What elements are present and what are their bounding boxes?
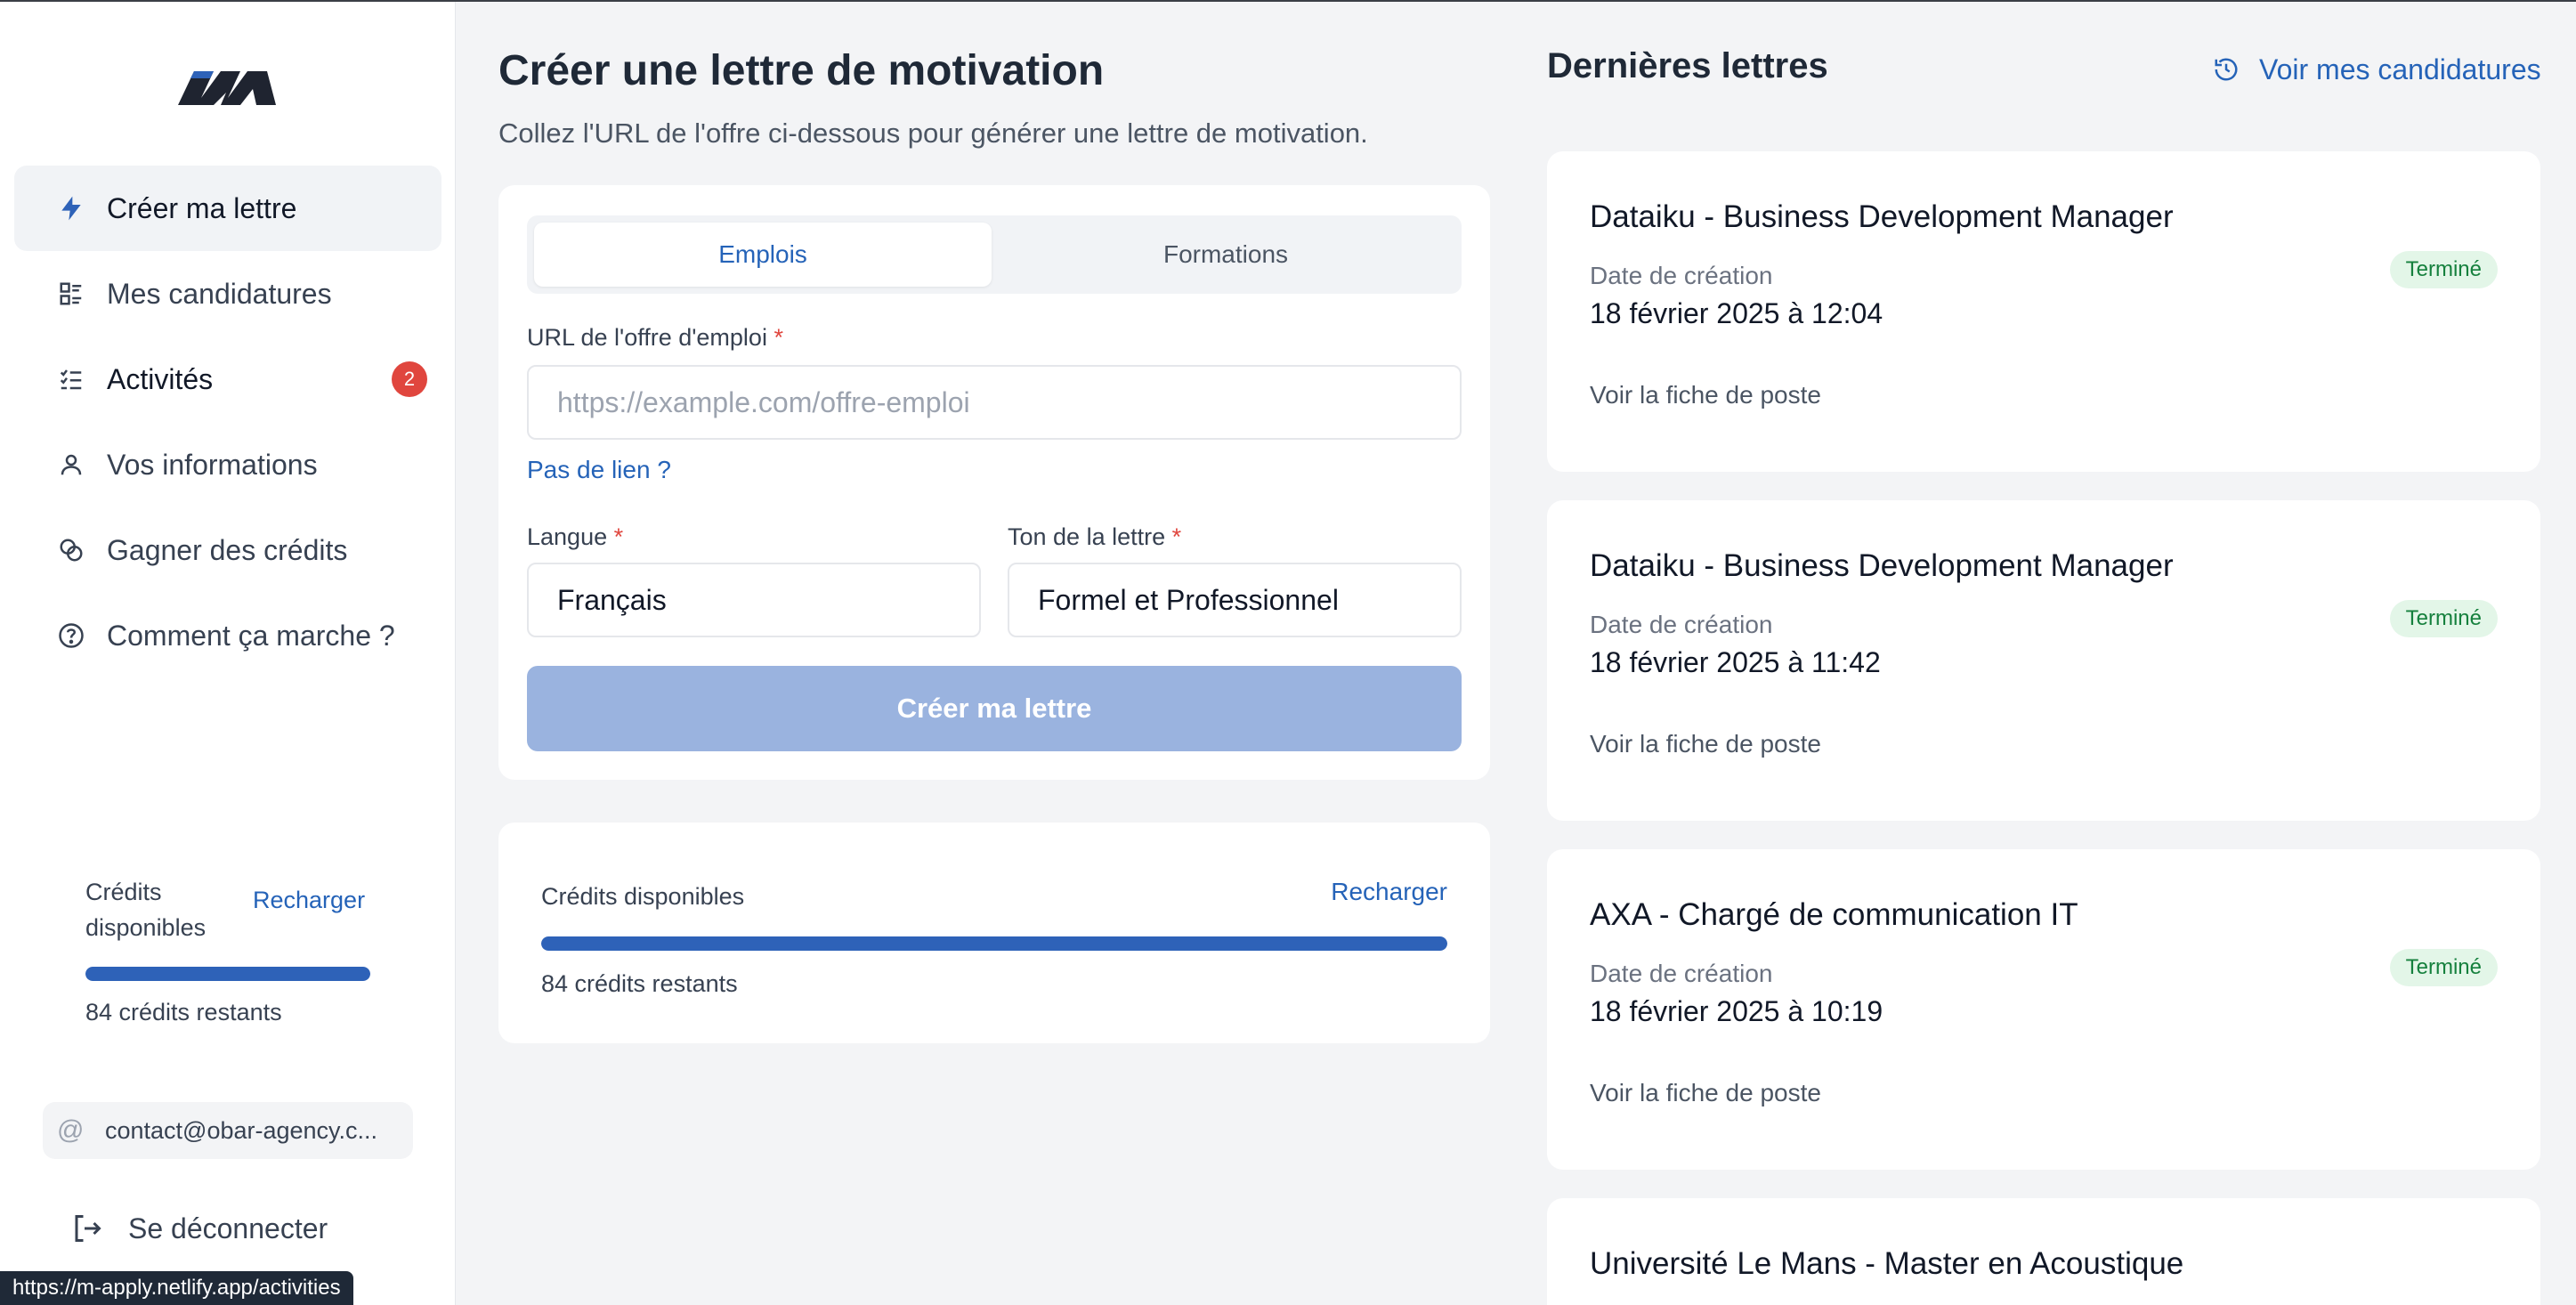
logout-label: Se déconnecter (128, 1212, 328, 1244)
logout-button[interactable]: Se déconnecter (71, 1205, 328, 1252)
view-applications-label: Voir mes candidatures (2259, 53, 2541, 85)
letter-date: 18 février 2025 à 12:04 (1590, 297, 1883, 329)
date-label: Date de création (1590, 262, 1773, 289)
recharge-link[interactable]: Recharger (1331, 878, 1447, 906)
view-job-link[interactable]: Voir la fiche de poste (1590, 381, 1821, 409)
page-subtitle: Collez l'URL de l'offre ci-dessous pour … (498, 118, 1368, 149)
at-icon: @ (57, 1115, 85, 1145)
credits-remaining: 84 crédits restants (541, 970, 738, 997)
sidebar-item-label: Créer ma lettre (107, 191, 297, 224)
tone-label-text: Ton de la lettre (1008, 523, 1166, 550)
status-badge: Terminé (2389, 949, 2498, 986)
checklist-icon (55, 363, 87, 395)
list-icon (55, 278, 87, 310)
required-mark: * (613, 523, 624, 550)
email-text: contact@obar-agency.c... (105, 1116, 378, 1144)
date-label: Date de création (1590, 611, 1773, 638)
letter-card[interactable]: AXA - Chargé de communication IT Date de… (1547, 849, 2540, 1170)
page-title: Créer une lettre de motivation (498, 47, 1105, 94)
language-field-label: Langue * (527, 523, 623, 551)
view-job-link[interactable]: Voir la fiche de poste (1590, 1079, 1821, 1107)
letter-card[interactable]: Dataiku - Business Development Manager D… (1547, 500, 2540, 821)
recharge-link[interactable]: Recharger (253, 887, 365, 914)
letter-date: 18 février 2025 à 11:42 (1590, 646, 1881, 678)
letter-date: 18 février 2025 à 10:19 (1590, 995, 1883, 1027)
sidebar-item-comment-ca-marche[interactable]: Comment ça marche ? (14, 593, 441, 678)
user-icon (55, 449, 87, 481)
letter-form-card: Emplois Formations URL de l'offre d'empl… (498, 185, 1490, 780)
tone-field-label: Ton de la lettre * (1008, 523, 1181, 551)
credits-label: Crédits disponibles (541, 883, 745, 910)
sidebar-item-creer-ma-lettre[interactable]: Créer ma lettre (14, 166, 441, 251)
sidebar-item-label: Comment ça marche ? (107, 619, 395, 652)
url-label-text: URL de l'offre d'emploi (527, 324, 767, 351)
sidebar-item-label: Mes candidatures (107, 277, 332, 310)
letter-card[interactable]: Université Le Mans - Master en Acoustiqu… (1547, 1198, 2540, 1305)
offer-type-tabs: Emplois Formations (527, 215, 1462, 294)
sidebar-item-mes-candidatures[interactable]: Mes candidatures (14, 251, 441, 336)
view-applications-link[interactable]: Voir mes candidatures (2213, 52, 2541, 87)
sidebar-credits: Crédits disponibles Recharger 84 crédits… (85, 874, 370, 1025)
tab-formations[interactable]: Formations (997, 223, 1454, 287)
tone-select[interactable]: Formel et Professionnel (1008, 563, 1462, 637)
recent-letters-title: Dernières lettres (1547, 46, 1828, 85)
credits-remaining: 84 crédits restants (85, 999, 282, 1025)
no-link-button[interactable]: Pas de lien ? (527, 456, 671, 484)
letter-title: Université Le Mans - Master en Acoustiqu… (1590, 1246, 2184, 1281)
credits-progress-fill (85, 967, 370, 981)
letter-title: Dataiku - Business Development Manager (1590, 199, 2174, 234)
required-mark: * (774, 324, 783, 351)
language-label-text: Langue (527, 523, 608, 550)
notification-badge: 2 (392, 361, 427, 397)
sidebar-item-gagner-des-credits[interactable]: Gagner des crédits (14, 507, 441, 593)
tone-value: Formel et Professionnel (1038, 583, 1339, 616)
credits-progress-bar (85, 967, 370, 981)
credits-progress-fill (541, 936, 1447, 951)
required-mark: * (1171, 523, 1182, 550)
language-value: Français (557, 583, 667, 616)
status-bar-url: https://m-apply.netlify.app/activities (0, 1271, 353, 1305)
credits-label: Crédits disponibles (85, 879, 207, 941)
history-icon (2213, 54, 2243, 85)
sidebar: Créer ma lettre Mes candidatures Activit… (0, 2, 456, 1305)
create-letter-button[interactable]: Créer ma lettre (527, 666, 1462, 751)
app-logo[interactable] (174, 62, 281, 109)
sidebar-item-vos-informations[interactable]: Vos informations (14, 422, 441, 507)
sidebar-item-activites[interactable]: Activités 2 (14, 336, 441, 422)
status-badge: Terminé (2389, 600, 2498, 637)
tab-emplois[interactable]: Emplois (534, 223, 992, 287)
help-circle-icon (55, 620, 87, 652)
letter-title: AXA - Chargé de communication IT (1590, 897, 2078, 932)
credits-progress-bar (541, 936, 1447, 951)
sidebar-item-label: Gagner des crédits (107, 533, 348, 566)
view-job-link[interactable]: Voir la fiche de poste (1590, 730, 1821, 758)
account-email[interactable]: @ contact@obar-agency.c... (43, 1102, 413, 1159)
letter-card[interactable]: Dataiku - Business Development Manager D… (1547, 151, 2540, 472)
language-select[interactable]: Français (527, 563, 981, 637)
logout-icon (71, 1211, 107, 1246)
job-url-input[interactable] (527, 365, 1462, 440)
status-badge: Terminé (2389, 251, 2498, 288)
sidebar-item-label: Vos informations (107, 448, 318, 481)
url-field-label: URL de l'offre d'emploi * (527, 324, 783, 352)
coins-icon (55, 534, 87, 566)
date-label: Date de création (1590, 960, 1773, 987)
sidebar-item-label: Activités (107, 362, 214, 395)
letter-title: Dataiku - Business Development Manager (1590, 548, 2174, 583)
bolt-icon (55, 192, 87, 224)
credits-card: Crédits disponibles Recharger 84 crédits… (498, 823, 1490, 1043)
